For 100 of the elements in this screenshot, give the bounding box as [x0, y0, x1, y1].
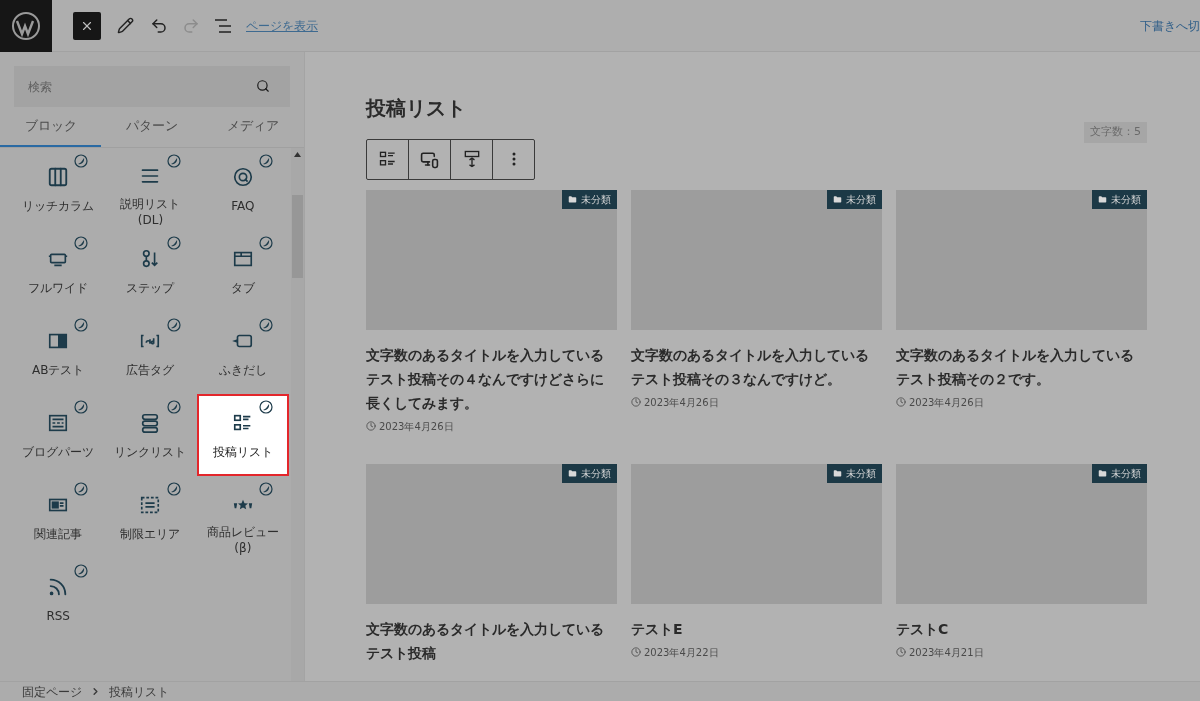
- block-item[interactable]: ブログパーツ: [12, 394, 105, 476]
- post-thumbnail[interactable]: 未分類: [896, 463, 1147, 604]
- block-item[interactable]: リンクリスト: [104, 394, 197, 476]
- post-thumbnail[interactable]: 未分類: [631, 463, 882, 604]
- list-view-icon[interactable]: [214, 17, 232, 34]
- post-link[interactable]: 文字数のあるタイトルを入力しているテスト投稿その３なんですけど。: [631, 342, 882, 391]
- block-label: FAQ: [231, 198, 255, 214]
- block-label: ステップ: [126, 280, 175, 296]
- post-thumbnail[interactable]: 未分類: [631, 189, 882, 330]
- category-tag[interactable]: 未分類: [562, 189, 617, 209]
- block-item[interactable]: フルワイド: [12, 230, 105, 312]
- block-label: 制限エリア: [120, 526, 181, 542]
- plugin-badge-icon: [74, 400, 89, 414]
- block-label: ふきだし: [218, 362, 267, 378]
- block-item[interactable]: ステップ: [104, 230, 197, 312]
- post-thumbnail[interactable]: 未分類: [366, 189, 617, 330]
- block-item[interactable]: 広告タグ: [104, 312, 197, 394]
- post-thumbnail[interactable]: 未分類: [896, 189, 1147, 330]
- inserter-tab[interactable]: ブロック: [0, 107, 102, 147]
- block-item[interactable]: 投稿リスト: [196, 394, 289, 476]
- block-item[interactable]: 説明リスト (DL): [104, 148, 197, 230]
- block-item[interactable]: 関連記事: [12, 476, 105, 558]
- category-tag[interactable]: 未分類: [827, 463, 882, 483]
- logo-icon: [11, 10, 41, 41]
- plugin-badge-icon: [74, 236, 89, 250]
- breadcrumb-link[interactable]: 投稿リスト: [109, 682, 169, 701]
- pencil-icon[interactable]: [117, 17, 134, 34]
- block-label: 説明リスト (DL): [120, 196, 181, 228]
- plugin-badge-icon: [166, 154, 181, 168]
- block-label: 広告タグ: [126, 362, 175, 378]
- block-label: 投稿リスト: [212, 444, 273, 460]
- chevron-icon: [90, 686, 101, 697]
- dashed-box-icon: [139, 494, 162, 516]
- block-item[interactable]: 制限エリア: [104, 476, 197, 558]
- post-link[interactable]: 文字数のあるタイトルを入力しているテスト投稿その４なんですけどさらに長くしてみます。: [366, 342, 617, 415]
- plugin-badge-icon: [166, 400, 181, 414]
- block-item[interactable]: 商品レビュー (β): [196, 476, 289, 558]
- post-link[interactable]: 文字数のあるタイトルを入力しているテスト投稿その２です。: [896, 342, 1147, 391]
- word-count: 文字数：5: [1084, 122, 1147, 143]
- post-date: 2023年4月26日: [644, 395, 719, 410]
- more-icon: [511, 152, 516, 166]
- save-draft-link[interactable]: 下書きへ切: [1140, 16, 1200, 35]
- block-label: ブログパーツ: [22, 444, 95, 460]
- clock-icon: [896, 647, 906, 657]
- clock-icon: [366, 421, 376, 431]
- block-label: 商品レビュー (β): [206, 524, 279, 556]
- block-item[interactable]: ABテスト: [12, 312, 105, 394]
- post-link[interactable]: テストE: [631, 616, 882, 641]
- plugin-badge-icon: [166, 482, 181, 496]
- folder-icon: [833, 194, 842, 204]
- post-date: 2023年4月26日: [379, 419, 454, 434]
- search-field[interactable]: 検索: [14, 66, 290, 107]
- block-item[interactable]: ふきだし: [196, 312, 289, 394]
- grid-icon: [47, 166, 70, 188]
- clock-icon: [896, 397, 906, 407]
- post-link[interactable]: 文字数のあるタイトルを入力しているテスト投稿: [366, 616, 617, 665]
- block-item[interactable]: FAQ: [196, 148, 289, 230]
- block-item[interactable]: タブ: [196, 230, 289, 312]
- plugin-badge-icon: [166, 236, 181, 250]
- category-tag[interactable]: 未分類: [562, 463, 617, 483]
- site-logo[interactable]: [0, 0, 52, 52]
- plugin-badge-icon: [74, 564, 89, 578]
- block-label: リッチカラム: [22, 198, 95, 214]
- category-tag[interactable]: 未分類: [1092, 463, 1147, 483]
- block-label: リンクリスト: [114, 444, 187, 460]
- block-label: RSS: [46, 608, 70, 624]
- scroll-up-icon[interactable]: [294, 152, 301, 157]
- block-item[interactable]: RSS: [12, 558, 105, 640]
- post-thumbnail[interactable]: 未分類: [366, 463, 617, 604]
- undo-icon[interactable]: [150, 16, 168, 35]
- post-date: 2023年4月26日: [909, 395, 984, 410]
- post-link[interactable]: テストC: [896, 616, 1147, 641]
- plugin-badge-icon: [74, 482, 89, 496]
- block-label: タブ: [230, 280, 255, 296]
- inserter-tab[interactable]: メディア: [202, 107, 304, 147]
- category-tag[interactable]: 未分類: [827, 189, 882, 209]
- plugin-badge-icon: [74, 318, 89, 332]
- category-tag[interactable]: 未分類: [1092, 189, 1147, 209]
- folder-icon: [833, 468, 842, 478]
- clock-icon: [631, 647, 641, 657]
- plugin-badge-icon: [259, 236, 273, 250]
- scrollbar[interactable]: [291, 148, 304, 681]
- folder-icon: [1098, 194, 1107, 204]
- folder-icon: [1098, 468, 1107, 478]
- clock-icon: [631, 397, 641, 407]
- breadcrumb-link[interactable]: 固定ページ: [22, 682, 82, 701]
- category-label: 未分類: [1111, 466, 1141, 481]
- block-label: フルワイド: [28, 280, 89, 296]
- category-label: 未分類: [846, 192, 876, 207]
- post-date: 2023年4月21日: [909, 645, 984, 660]
- block-label: 関連記事: [34, 526, 83, 542]
- category-label: 未分類: [581, 466, 611, 481]
- plugin-badge-icon: [259, 318, 273, 332]
- folder-icon: [568, 468, 577, 478]
- close-button[interactable]: [73, 11, 101, 40]
- block-label: ABテスト: [31, 362, 85, 378]
- block-item[interactable]: リッチカラム: [12, 148, 105, 230]
- post-title: 投稿リスト: [366, 95, 467, 122]
- inserter-tab[interactable]: パターン: [101, 107, 203, 147]
- devices-icon: [420, 149, 439, 169]
